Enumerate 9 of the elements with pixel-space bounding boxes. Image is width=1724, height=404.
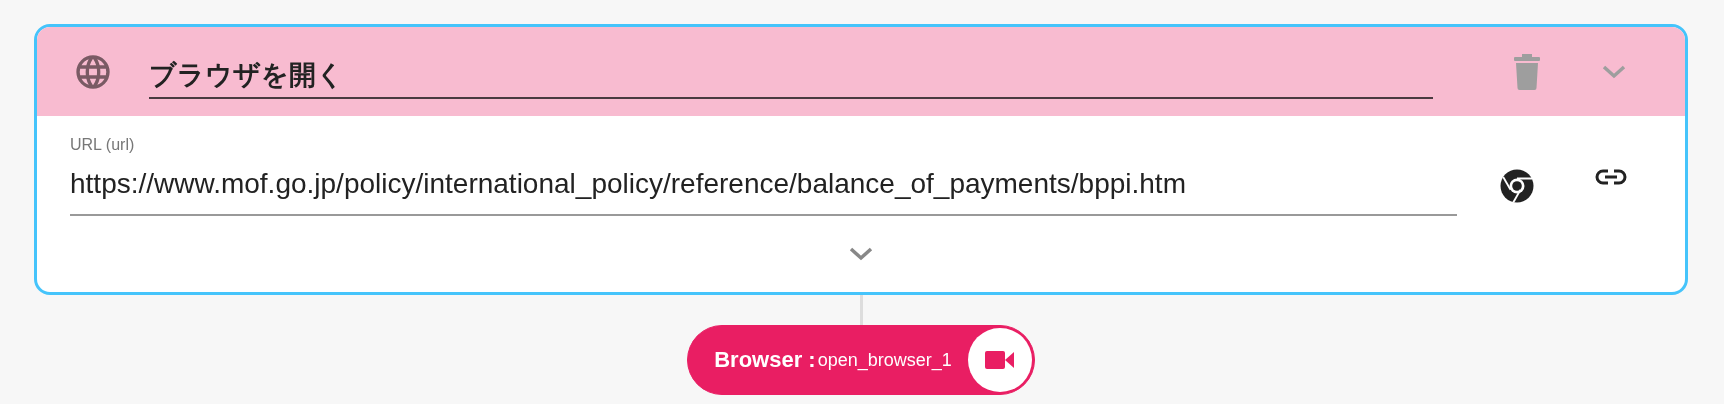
title-field[interactable]: ブラウザを開く bbox=[149, 52, 1433, 99]
expand-icon bbox=[848, 246, 874, 262]
url-field[interactable]: https://www.mof.go.jp/policy/international_policy/reference/balance_of_payments/bppi.htm bbox=[70, 154, 1457, 214]
record-button[interactable] bbox=[967, 328, 1032, 392]
field-label: URL (url) bbox=[70, 136, 136, 154]
video-camera-icon bbox=[984, 350, 1015, 370]
chevron-icon bbox=[1601, 63, 1627, 80]
type-label: Browser : bbox=[714, 347, 816, 373]
variable-name: open_browser_1 bbox=[817, 349, 952, 371]
